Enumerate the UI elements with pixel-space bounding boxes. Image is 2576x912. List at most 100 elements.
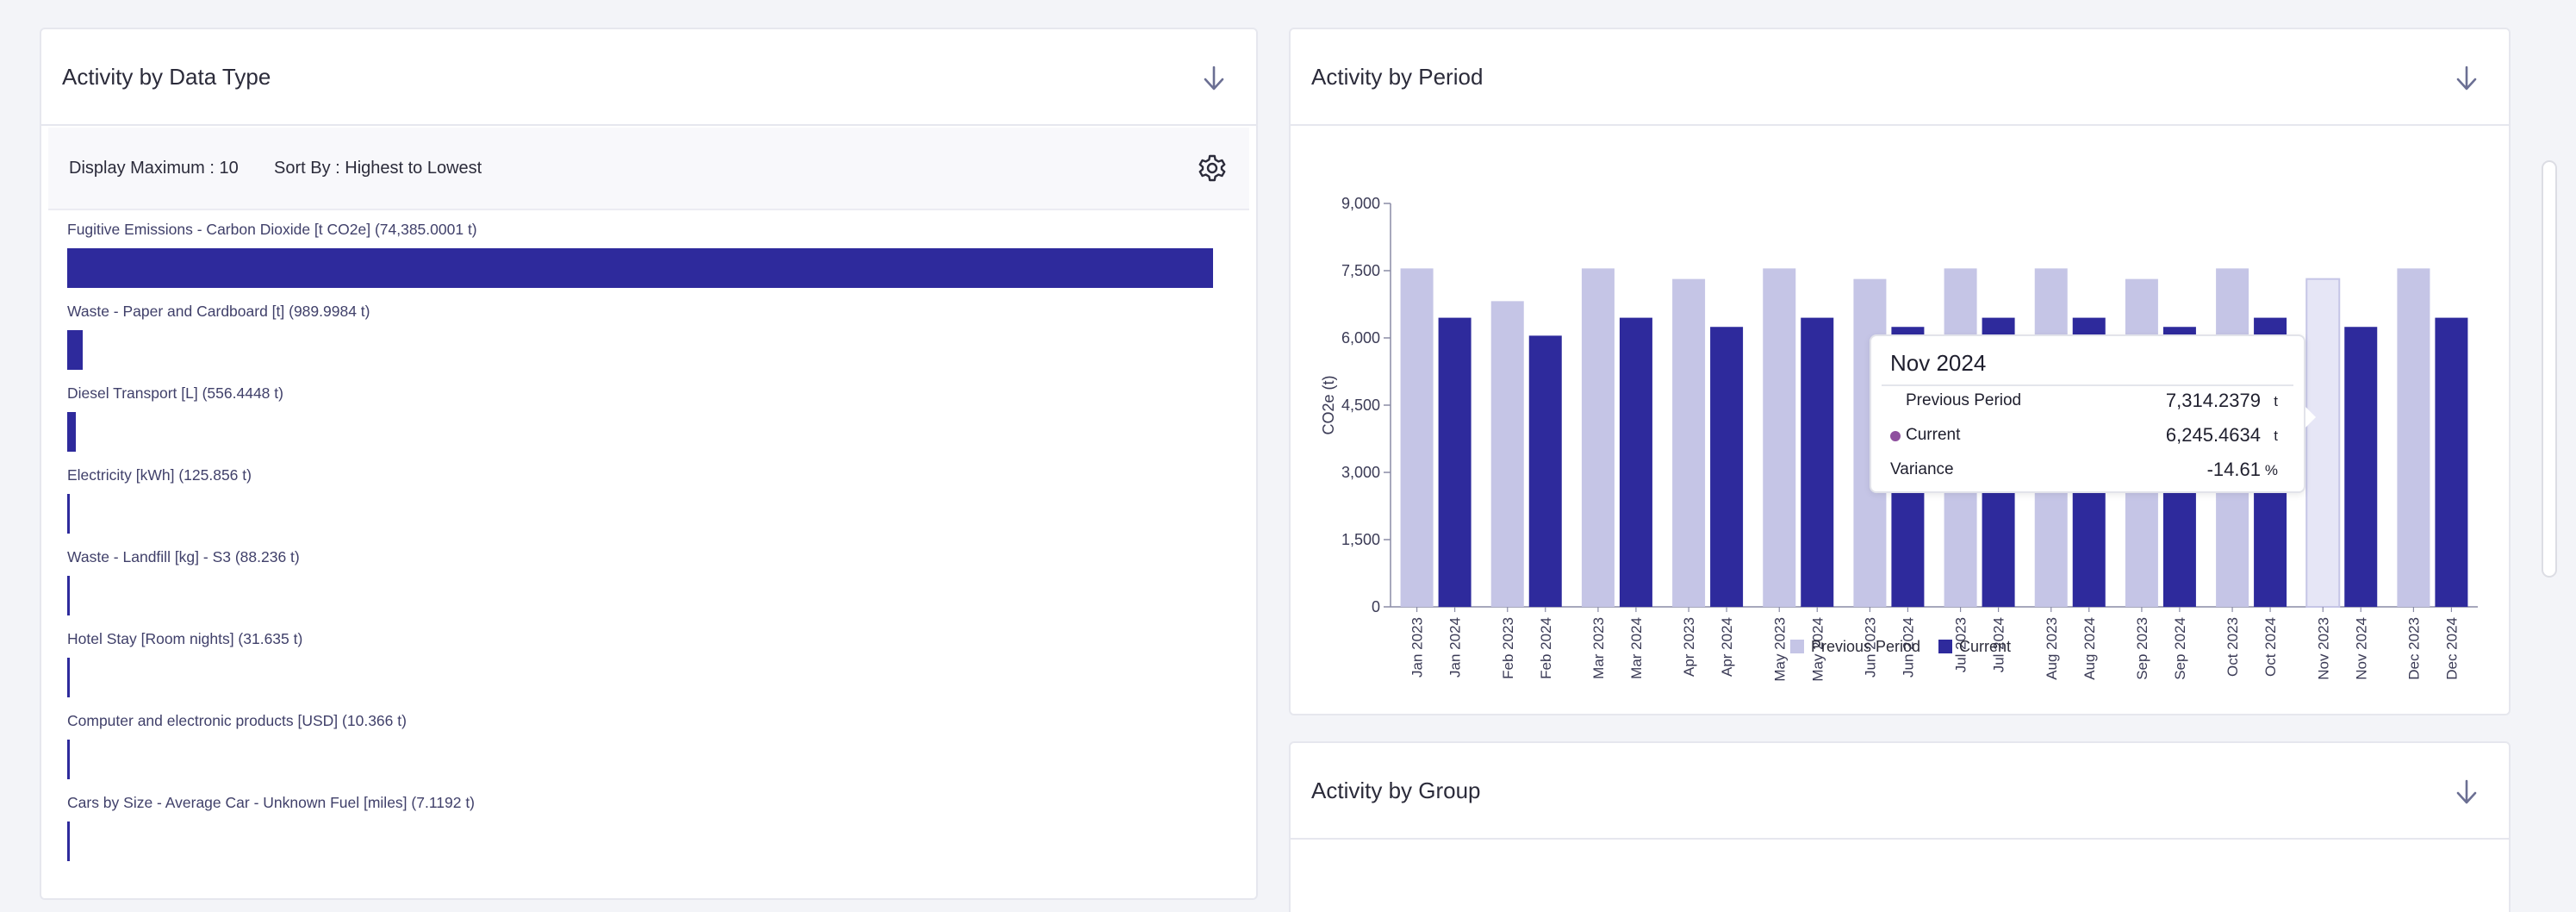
bar-label: Waste - Paper and Cardboard [t] (989.998… bbox=[67, 303, 370, 320]
card-title: Activity by Data Type bbox=[62, 64, 271, 90]
data-type-bar-list: Fugitive Emissions - Carbon Dioxide [t C… bbox=[67, 221, 1222, 876]
x-tick-label: Oct 2023 bbox=[2224, 617, 2241, 677]
y-tick-label: 4,500 bbox=[1341, 397, 1380, 414]
scrollbar-thumb[interactable] bbox=[2542, 160, 2557, 578]
bar-current bbox=[1619, 317, 1652, 607]
tooltip-label: Previous Period bbox=[1906, 391, 2022, 409]
bar-current bbox=[2344, 327, 2378, 607]
y-tick-label: 1,500 bbox=[1341, 531, 1380, 548]
bar-previous-period bbox=[2397, 268, 2430, 607]
x-tick-label: Aug 2023 bbox=[2044, 617, 2060, 680]
bar-previous-period bbox=[1672, 278, 1706, 607]
bar-current bbox=[1710, 327, 1744, 607]
data-type-bar-item[interactable]: Hotel Stay [Room nights] (31.635 t) bbox=[67, 630, 1222, 712]
current-series-dot-icon bbox=[1890, 431, 1901, 441]
tooltip-value: 6,245.4634 bbox=[2165, 424, 2261, 446]
tooltip-unit: % bbox=[2264, 462, 2278, 478]
bar-label: Hotel Stay [Room nights] (31.635 t) bbox=[67, 630, 303, 647]
tooltip-unit: t bbox=[2274, 428, 2278, 444]
y-axis-label: CO2e (t) bbox=[1320, 375, 1337, 434]
x-tick-label: Nov 2023 bbox=[2315, 617, 2331, 680]
x-tick-label: Jan 2023 bbox=[1409, 617, 1426, 678]
bar-previous-period bbox=[1490, 301, 1524, 607]
download-icon[interactable] bbox=[1201, 64, 1227, 93]
activity-by-data-type-card: Activity by Data Type Display Maximum : … bbox=[40, 28, 1258, 900]
bar-label: Cars by Size - Average Car - Unknown Fue… bbox=[67, 794, 476, 811]
download-icon[interactable] bbox=[2454, 778, 2480, 807]
tooltip-label: Current bbox=[1906, 426, 1961, 444]
bar-previous-period bbox=[2305, 278, 2341, 608]
tooltip-title: Nov 2024 bbox=[1890, 350, 1987, 376]
bar-current bbox=[1528, 335, 1562, 607]
card-header: Activity by Data Type bbox=[41, 29, 1256, 126]
data-type-bar-item[interactable]: Cars by Size - Average Car - Unknown Fue… bbox=[67, 794, 1222, 876]
bar-label: Waste - Landfill [kg] - S3 (88.236 t) bbox=[67, 548, 300, 565]
tooltip-value: 7,314.2379 bbox=[2165, 390, 2261, 411]
tooltip-row-previous: Previous Period 7,314.2379 t bbox=[1890, 388, 2278, 414]
data-type-bar-item[interactable]: Diesel Transport [L] (556.4448 t) bbox=[67, 384, 1222, 466]
x-tick-label: Nov 2024 bbox=[2353, 617, 2369, 680]
legend-swatch-previous-period bbox=[1790, 640, 1804, 653]
x-tick-label: Mar 2024 bbox=[1628, 617, 1645, 679]
bar-fill[interactable] bbox=[67, 740, 70, 779]
tooltip-value: -14.61 bbox=[2206, 459, 2261, 480]
bar-current bbox=[1438, 317, 1472, 607]
x-tick-label: Feb 2024 bbox=[1538, 617, 1554, 679]
bar-fill[interactable] bbox=[67, 248, 1213, 288]
bar-fill[interactable] bbox=[67, 658, 70, 697]
card-header: Activity by Period bbox=[1291, 29, 2509, 126]
data-type-bar-item[interactable]: Computer and electronic products [USD] (… bbox=[67, 712, 1222, 794]
x-tick-label: Apr 2023 bbox=[1681, 617, 1697, 677]
options-bar: Display Maximum : 10 Sort By : Highest t… bbox=[48, 128, 1249, 210]
bar-fill[interactable] bbox=[67, 576, 70, 615]
x-tick-label: Sep 2023 bbox=[2134, 617, 2150, 680]
x-tick-label: Feb 2023 bbox=[1500, 617, 1516, 679]
data-type-bar-item[interactable]: Electricity [kWh] (125.856 t) bbox=[67, 466, 1222, 548]
x-tick-label: Oct 2024 bbox=[2262, 617, 2279, 677]
activity-by-group-card: Activity by Group bbox=[1289, 741, 2511, 912]
data-type-bar-item[interactable]: Waste - Paper and Cardboard [t] (989.998… bbox=[67, 303, 1222, 384]
chart-tooltip: Nov 2024 Previous Period 7,314.2379 t Cu… bbox=[1870, 334, 2316, 493]
tooltip-divider bbox=[1882, 384, 2293, 386]
tooltip-row-current: Current 6,245.4634 t bbox=[1890, 422, 2278, 448]
data-type-bar-item[interactable]: Fugitive Emissions - Carbon Dioxide [t C… bbox=[67, 221, 1222, 303]
x-tick-label: Aug 2024 bbox=[2081, 617, 2098, 680]
legend-label-previous-period: Previous Period bbox=[1811, 638, 1920, 655]
bar-label: Fugitive Emissions - Carbon Dioxide [t C… bbox=[67, 221, 477, 238]
display-maximum-option[interactable]: Display Maximum : 10 bbox=[69, 159, 239, 178]
bar-fill[interactable] bbox=[67, 412, 76, 452]
bar-label: Diesel Transport [L] (556.4448 t) bbox=[67, 384, 283, 402]
y-tick-label: 6,000 bbox=[1341, 329, 1380, 347]
bar-current bbox=[2435, 317, 2468, 607]
bar-previous-period bbox=[1763, 268, 1796, 607]
data-type-bar-item[interactable]: Waste - Landfill [kg] - S3 (88.236 t) bbox=[67, 548, 1222, 630]
download-icon[interactable] bbox=[2454, 64, 2480, 93]
legend-swatch-current bbox=[1938, 640, 1952, 653]
bar-previous-period bbox=[1400, 268, 1434, 607]
card-title: Activity by Group bbox=[1311, 778, 1481, 803]
bar-label: Computer and electronic products [USD] (… bbox=[67, 712, 407, 729]
tooltip-label: Variance bbox=[1890, 460, 1954, 478]
tooltip-arrow bbox=[2305, 407, 2316, 428]
sort-by-option[interactable]: Sort By : Highest to Lowest bbox=[274, 159, 482, 178]
tooltip-unit: t bbox=[2274, 393, 2278, 409]
card-title: Activity by Period bbox=[1311, 64, 1484, 90]
bar-current bbox=[1801, 317, 1834, 607]
y-tick-label: 7,500 bbox=[1341, 262, 1380, 279]
y-tick-label: 9,000 bbox=[1341, 195, 1380, 212]
x-tick-label: Sep 2024 bbox=[2172, 617, 2188, 680]
y-tick-label: 0 bbox=[1372, 598, 1380, 615]
gear-icon[interactable] bbox=[1198, 153, 1227, 183]
x-tick-label: Dec 2023 bbox=[2405, 617, 2422, 680]
bar-previous-period bbox=[1581, 268, 1615, 607]
x-tick-label: Mar 2023 bbox=[1590, 617, 1607, 679]
legend-label-current: Current bbox=[1959, 638, 2011, 655]
x-tick-label: Jan 2024 bbox=[1447, 617, 1464, 678]
bar-fill[interactable] bbox=[67, 494, 70, 534]
bar-label: Electricity [kWh] (125.856 t) bbox=[67, 466, 252, 484]
x-tick-label: Dec 2024 bbox=[2443, 617, 2460, 680]
bar-fill[interactable] bbox=[67, 330, 83, 370]
x-tick-label: Apr 2024 bbox=[1719, 617, 1735, 677]
bar-fill[interactable] bbox=[67, 821, 70, 861]
x-tick-label: May 2023 bbox=[1771, 617, 1788, 682]
